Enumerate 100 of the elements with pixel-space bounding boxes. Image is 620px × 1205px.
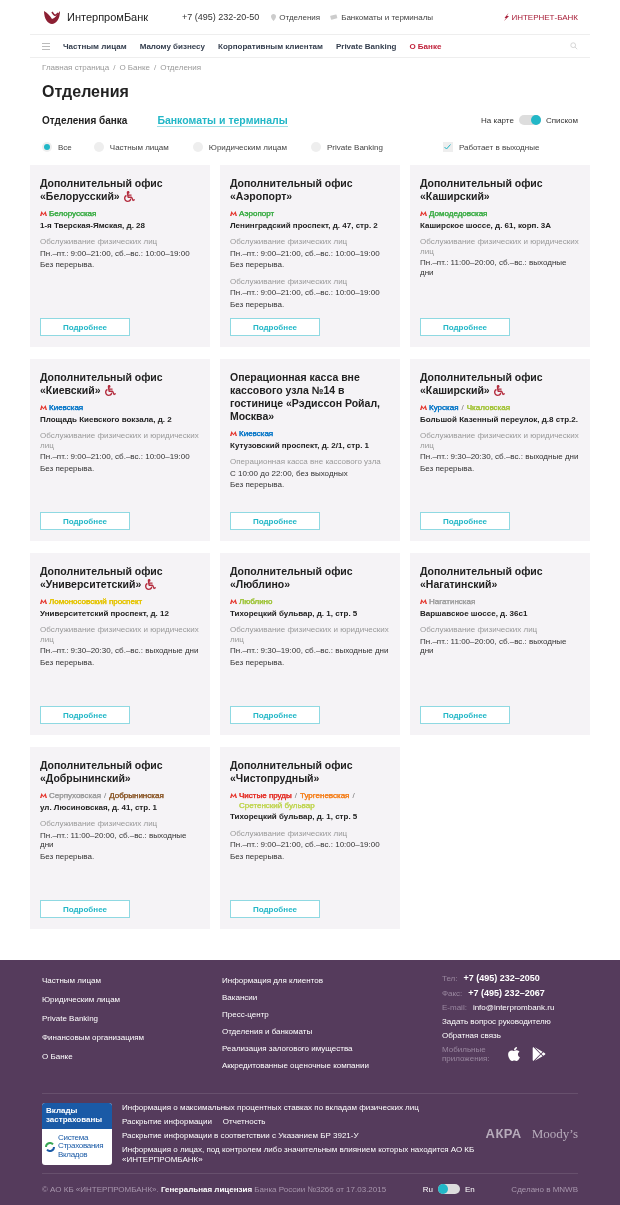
footer-link[interactable]: Отделения и банкоматы xyxy=(222,1027,442,1036)
disclosure-link[interactable]: Информация о максимальных процентных ставках по вкладам физических лиц xyxy=(122,1102,419,1113)
office-title: Дополнительный офис «Белорусский» xyxy=(40,177,164,203)
insurance-badge[interactable]: Вклады застрахованы Система Страхования Вкладов xyxy=(42,1102,112,1165)
break-note: Без перерыва. xyxy=(230,851,286,861)
radio-label: Частным лицам xyxy=(109,142,169,152)
nav-item[interactable]: О Банке xyxy=(409,41,442,51)
contact-label: Тел: xyxy=(442,973,458,983)
office-title: Дополнительный офис «Добрынинский» xyxy=(40,759,164,785)
separator-text: / xyxy=(352,791,355,801)
office-title: Дополнительный офис «Аэропорт» xyxy=(230,177,354,203)
metro-station[interactable]: Киевская xyxy=(49,403,84,413)
nav-item[interactable]: Private Banking xyxy=(335,41,397,51)
service-type: Обслуживание физических и юридических лиц xyxy=(40,431,200,450)
metro-station[interactable]: Киевская xyxy=(239,429,274,439)
metro-icon xyxy=(230,211,237,216)
service-type: Обслуживание физических лиц xyxy=(230,276,349,286)
view-switch[interactable] xyxy=(518,115,541,125)
header-link[interactable]: Отделения xyxy=(271,12,321,22)
disclosure-link[interactable]: Раскрытие информации в соответствии с Указанием БР 3921-У xyxy=(122,1130,359,1141)
footer-link[interactable]: Private Banking xyxy=(42,1014,222,1023)
metro-icon xyxy=(420,599,427,604)
footer-link[interactable]: Финансовым организациям xyxy=(42,1033,222,1042)
badge-title: Вклады застрахованы xyxy=(42,1102,112,1129)
phone-number[interactable]: +7 (495) 232–2050 xyxy=(463,973,540,983)
metro-station[interactable]: Серпуховская xyxy=(49,791,101,801)
contact-label: E-mail: xyxy=(442,1003,467,1012)
phone-number[interactable]: +7 (495) 232–2067 xyxy=(468,988,545,998)
footer-link[interactable]: Информация для клиентов xyxy=(222,976,442,985)
nav-item[interactable]: Частным лицам xyxy=(63,41,127,51)
radio-label: Private Banking xyxy=(326,142,383,152)
search-icon[interactable] xyxy=(570,42,578,50)
checkbox[interactable] xyxy=(442,142,453,152)
service-type: Обслуживание физических лиц xyxy=(230,237,349,247)
metro-icon xyxy=(40,793,47,798)
language-label: En xyxy=(465,1184,475,1194)
nav-item[interactable]: Малому бизнесу xyxy=(139,41,205,51)
office-address: 1-я Тверская-Ямская, д. 28 xyxy=(40,220,146,230)
footer-link[interactable]: Пресс-центр xyxy=(222,1010,442,1019)
disclosure-link[interactable]: Раскрытие информации xyxy=(122,1116,212,1127)
service-type: Обслуживание физических лиц xyxy=(420,625,539,635)
metro-icon xyxy=(40,599,47,604)
service-type: Обслуживание физических и юридических лиц xyxy=(40,625,200,644)
opening-hours: Пн.–пт.: 9:00–21:00, сб.–вс.: 10:00–19:00 xyxy=(230,840,381,850)
footer-link[interactable]: Вакансии xyxy=(222,993,442,1002)
office-address: Ленинградский проспект, д. 47, стр. 2 xyxy=(230,220,379,230)
developer-link[interactable]: Сделано в MNWB xyxy=(511,1184,578,1194)
radio-label: Юридическим лицам xyxy=(208,142,287,152)
rating-agency-logo[interactable]: АКРА xyxy=(485,1126,522,1141)
office-address: Кутузовский проспект, д. 2/1, стр. 1 xyxy=(230,440,371,450)
break-note: Без перерыва. xyxy=(230,299,286,309)
office-title: Дополнительный офис «Каширский» xyxy=(420,371,544,397)
break-note: Без перерыва. xyxy=(230,260,286,270)
metro-icon xyxy=(40,211,47,216)
office-address: Тихорецкий бульвар, д. 1, стр. 5 xyxy=(230,812,359,822)
footer-link[interactable]: Частным лицам xyxy=(42,976,222,985)
location-pin-icon xyxy=(271,13,277,21)
office-address: Большой Казенный переулок, д.8 стр.2. xyxy=(420,414,579,424)
footer-link[interactable]: Аккредитованные оценочные компании xyxy=(222,1061,442,1070)
radio-label: Все xyxy=(58,142,72,152)
separator-text: / xyxy=(104,791,107,801)
header-link[interactable]: Банкоматы и терминалы xyxy=(330,12,434,22)
apple-icon[interactable] xyxy=(506,1046,522,1062)
language-switch[interactable] xyxy=(438,1184,460,1194)
metro-station[interactable]: Курская xyxy=(429,403,459,413)
office-address: Тихорецкий бульвар, д. 1, стр. 5 xyxy=(230,608,359,618)
metro-station[interactable]: Белорусская xyxy=(49,209,97,219)
disclosure-link[interactable]: Информация о лицах, под контролем либо значительным влиянием которых находится АО КБ «ИНТЕРПРОМБАНК» xyxy=(122,1144,478,1165)
metro-icon xyxy=(40,405,47,410)
toggle-label: На карте xyxy=(481,115,514,125)
office-title: Операционная касса вне кассового узла №14 в гостинице «Рэдиссон Ройал, Москва» xyxy=(230,371,381,423)
disclosure-link[interactable]: Отчетность xyxy=(222,1116,266,1127)
toggle-label: Списком xyxy=(545,115,578,125)
language-label: Ru xyxy=(422,1184,433,1194)
nav-item[interactable]: Корпоративным клиентам xyxy=(218,41,323,51)
opening-hours: Пн.–пт.: 9:00–21:00, сб.–вс.: 10:00–19:00 xyxy=(40,452,191,462)
play-store-icon[interactable] xyxy=(532,1047,546,1061)
logo-icon xyxy=(42,8,62,26)
internet-bank-link[interactable]: ИНТЕРНЕТ-БАНК xyxy=(504,12,578,22)
office-title: Дополнительный офис «Люблино» xyxy=(230,565,354,591)
menu-icon[interactable] xyxy=(42,42,50,50)
breadcrumb-separator: / xyxy=(113,63,116,72)
metro-icon xyxy=(230,599,237,604)
checkbox-label: Работает в выходные xyxy=(458,142,540,152)
footer-link[interactable]: Задать вопрос руководителю xyxy=(442,1017,578,1026)
tab[interactable]: Отделения банка xyxy=(42,114,128,126)
rating-agency-logo[interactable]: Moody’s xyxy=(531,1125,578,1142)
email-link[interactable]: info@interprombank.ru xyxy=(472,1003,555,1012)
breadcrumb-separator: / xyxy=(154,63,157,72)
footer-link[interactable]: О Банке xyxy=(42,1052,222,1061)
footer-link[interactable]: Юридическим лицам xyxy=(42,995,222,1004)
footer-link[interactable]: Обратная связь xyxy=(442,1031,578,1040)
service-type: Обслуживание физических и юридических лиц xyxy=(230,625,390,644)
office-address: ул. Люсиновская, д. 41, стр. 1 xyxy=(40,802,159,812)
service-type: Обслуживание физических лиц xyxy=(40,819,159,829)
metro-station[interactable]: Чистые пруды xyxy=(239,791,292,801)
opening-hours: Пн.–пт.: 9:00–21:00, сб.–вс.: 10:00–19:00 xyxy=(40,248,191,258)
footer-link[interactable]: Реализация залогового имущества xyxy=(222,1044,442,1053)
metro-station[interactable]: Добрынинская xyxy=(109,791,164,801)
radio-button[interactable] xyxy=(42,142,52,152)
